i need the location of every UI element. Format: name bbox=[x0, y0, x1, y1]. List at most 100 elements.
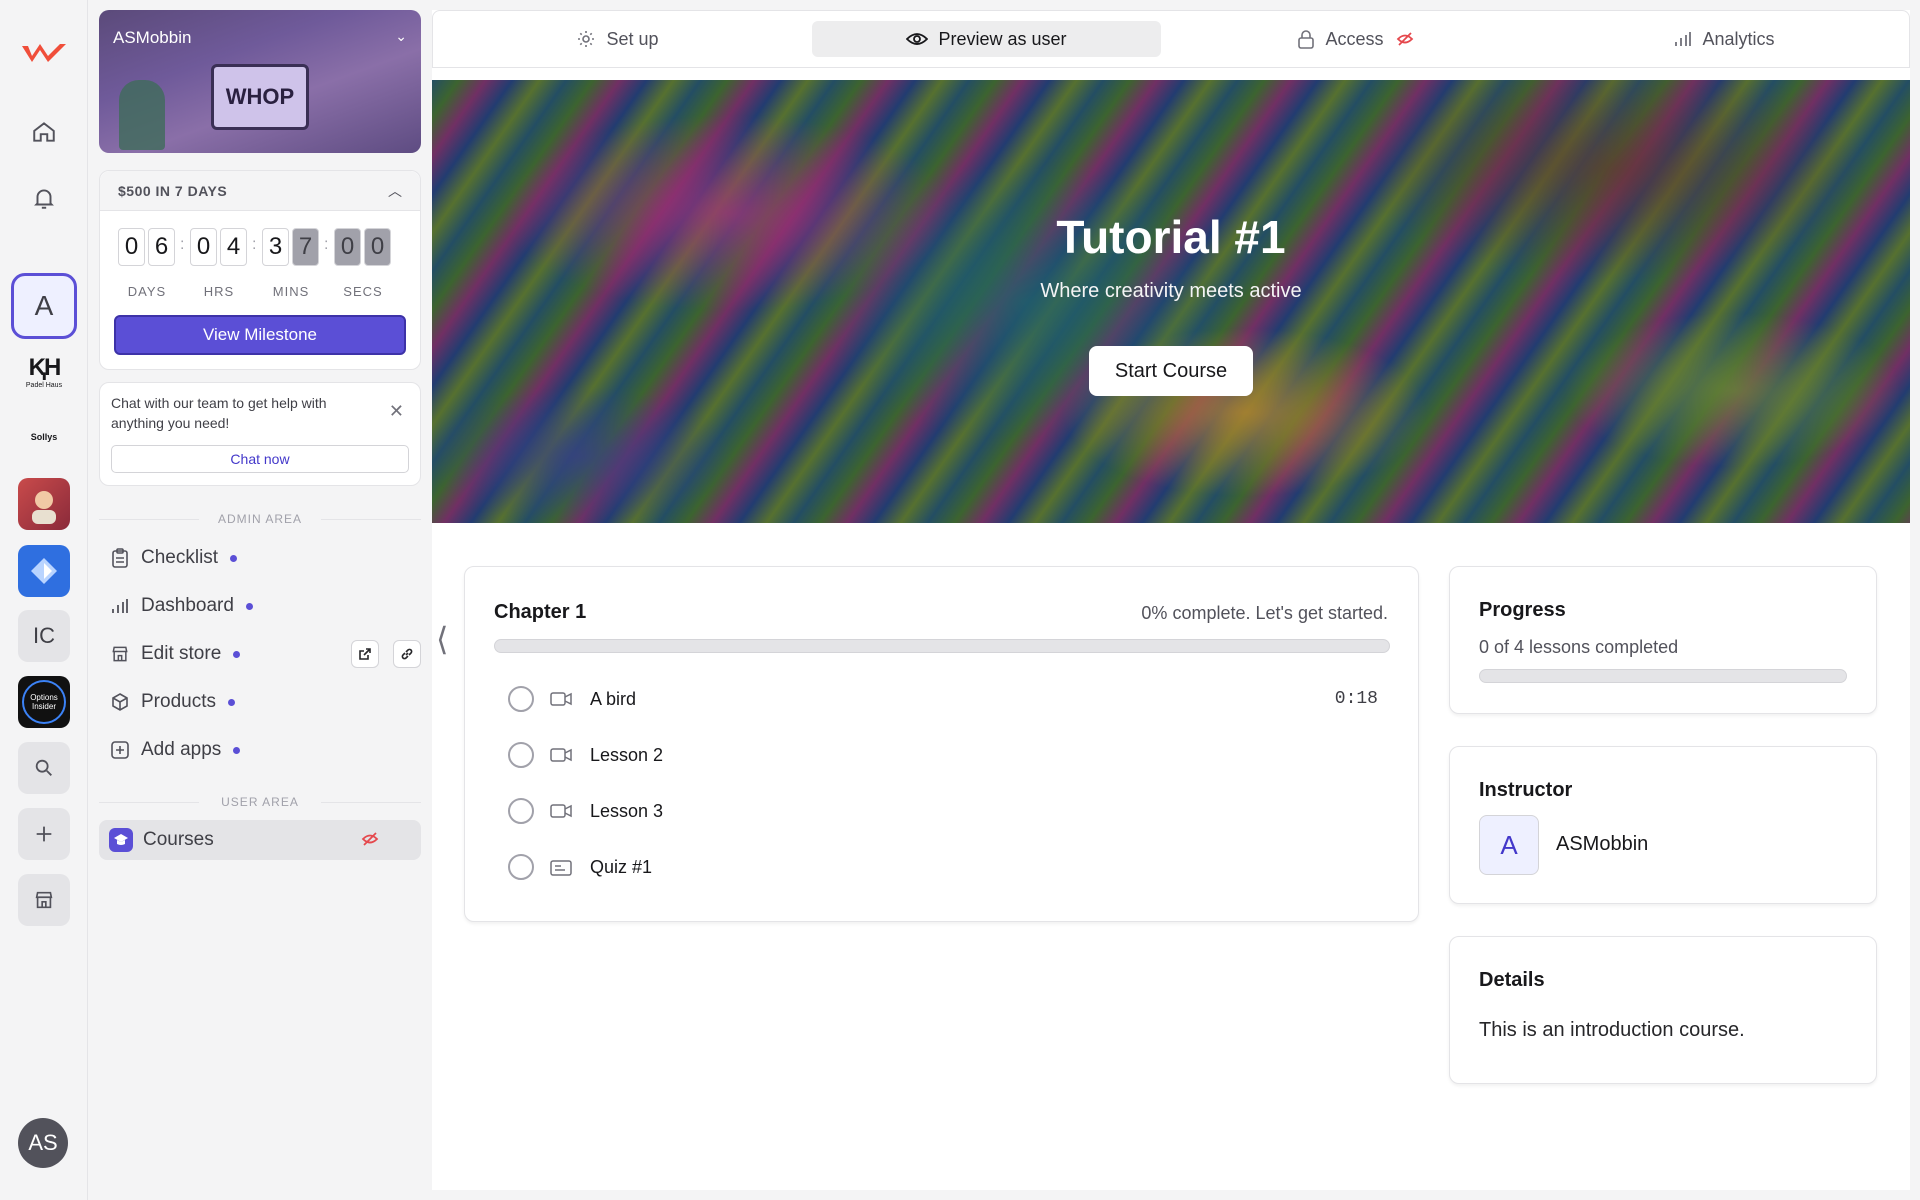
nav-add-apps[interactable]: Add apps bbox=[99, 730, 421, 770]
nav-products-label: Products bbox=[141, 691, 216, 712]
chapter-progress-bar bbox=[494, 639, 1390, 653]
workspace-options-insider[interactable]: Options Insider bbox=[18, 676, 70, 728]
box-icon bbox=[109, 691, 131, 713]
workspace-portrait[interactable] bbox=[18, 478, 70, 530]
gear-icon bbox=[576, 29, 596, 49]
home-icon[interactable] bbox=[18, 106, 70, 158]
workspace-ic-label: IC bbox=[33, 623, 55, 648]
padel-haus-logo-icon: ⱩH bbox=[28, 353, 62, 381]
status-dot bbox=[230, 554, 238, 562]
lesson-title: Lesson 3 bbox=[590, 800, 664, 821]
instructor-initial: A bbox=[1500, 829, 1518, 860]
nav-dashboard[interactable]: Dashboard bbox=[99, 586, 421, 626]
lesson-duration: 0:18 bbox=[1334, 689, 1378, 709]
search-icon[interactable] bbox=[18, 742, 70, 794]
tab-bar: Set up Preview as user Access Analytics bbox=[432, 10, 1910, 68]
course-hero: Tutorial #1 Where creativity meets activ… bbox=[432, 80, 1910, 523]
add-icon[interactable] bbox=[18, 808, 70, 860]
eye-icon bbox=[906, 30, 929, 48]
plant-illustration bbox=[119, 80, 165, 150]
options-insider-label: Options Insider bbox=[22, 680, 66, 724]
eye-off-icon bbox=[361, 830, 379, 854]
details-card: Details This is an introduction course. bbox=[1449, 936, 1877, 1084]
lesson-checkbox[interactable] bbox=[508, 686, 534, 712]
store-icon[interactable] bbox=[18, 874, 70, 926]
workspace-ic[interactable]: IC bbox=[18, 610, 70, 662]
lesson-row[interactable]: Lesson 3 bbox=[508, 791, 1378, 831]
external-link-icon[interactable] bbox=[351, 640, 379, 668]
video-icon bbox=[550, 746, 572, 764]
tab-preview-as-user[interactable]: Preview as user bbox=[812, 21, 1161, 57]
lesson-row[interactable]: Lesson 2 bbox=[508, 735, 1378, 775]
workspace-sollys[interactable]: Sollys bbox=[18, 411, 70, 463]
nav-checklist-label: Checklist bbox=[141, 547, 219, 568]
chapter-card: Chapter 1 0% complete. Let's get started… bbox=[464, 566, 1419, 922]
collapse-handle-icon[interactable]: ⟨ bbox=[436, 620, 448, 658]
days-digit-2: 6 bbox=[148, 228, 175, 266]
nav-checklist[interactable]: Checklist bbox=[99, 538, 421, 578]
close-icon[interactable]: ✕ bbox=[389, 401, 404, 422]
lesson-checkbox[interactable] bbox=[508, 854, 534, 880]
progress-title: Progress bbox=[1479, 599, 1566, 621]
lesson-checkbox[interactable] bbox=[508, 742, 534, 768]
nav-courses[interactable]: Courses bbox=[99, 820, 421, 860]
chevron-down-icon[interactable]: ⌄ bbox=[395, 28, 407, 45]
nav-edit-store[interactable]: Edit store bbox=[99, 634, 421, 674]
whop-logo-icon[interactable] bbox=[18, 28, 70, 80]
lesson-title: Quiz #1 bbox=[590, 856, 653, 877]
user-avatar[interactable]: AS bbox=[18, 1118, 68, 1168]
user-area-label: USER AREA bbox=[99, 795, 421, 809]
nav-dashboard-label: Dashboard bbox=[141, 595, 234, 616]
sollys-label: Sollys bbox=[30, 432, 58, 442]
chat-text: Chat with our team to get help with anyt… bbox=[111, 395, 327, 431]
progress-card: Progress 0 of 4 lessons completed bbox=[1449, 566, 1877, 714]
workspace-a[interactable]: A bbox=[11, 273, 77, 339]
days-label: DAYS bbox=[127, 284, 167, 299]
status-dot bbox=[233, 746, 241, 754]
nav-edit-store-label: Edit store bbox=[141, 643, 222, 664]
store-name: ASMobbin bbox=[113, 28, 192, 47]
chevron-up-icon[interactable]: ︿ bbox=[388, 181, 402, 201]
start-course-button[interactable]: Start Course bbox=[1089, 346, 1253, 396]
lesson-checkbox[interactable] bbox=[508, 798, 534, 824]
details-text: This is an introduction course. bbox=[1479, 1019, 1745, 1041]
store-icon bbox=[109, 643, 131, 665]
hrs-digit-2: 4 bbox=[220, 228, 247, 266]
instructor-card: Instructor A ASMobbin bbox=[1449, 746, 1877, 904]
view-milestone-button[interactable]: View Milestone bbox=[114, 315, 406, 355]
chapter-title: Chapter 1 bbox=[494, 601, 587, 623]
milestone-header[interactable]: $500 IN 7 DAYS ︿ bbox=[100, 171, 420, 211]
store-banner[interactable]: WHOP ASMobbin ⌄ bbox=[99, 10, 421, 153]
bar-chart-icon bbox=[1674, 30, 1692, 48]
link-icon[interactable] bbox=[393, 640, 421, 668]
lesson-row[interactable]: A bird 0:18 bbox=[508, 679, 1378, 719]
milestone-card: $500 IN 7 DAYS ︿ 0 6 : 0 4 : 3 7 : 0 0 D… bbox=[99, 170, 421, 370]
tab-analytics-label: Analytics bbox=[1702, 28, 1775, 49]
bell-icon[interactable] bbox=[18, 172, 70, 224]
diamond-icon bbox=[31, 558, 57, 584]
portrait-avatar-icon bbox=[32, 491, 56, 524]
workspace-blue-app[interactable] bbox=[18, 545, 70, 597]
plus-square-icon bbox=[109, 739, 131, 761]
lesson-row[interactable]: Quiz #1 bbox=[508, 847, 1378, 887]
lesson-title: A bird bbox=[590, 688, 637, 709]
eye-off-icon bbox=[1396, 30, 1414, 48]
store-art-text: WHOP bbox=[225, 84, 295, 109]
tab-analytics[interactable]: Analytics bbox=[1550, 21, 1899, 57]
tab-access-label: Access bbox=[1325, 28, 1384, 49]
colon-separator: : bbox=[252, 236, 257, 253]
workspace-padel-haus[interactable]: ⱩH Padel Haus bbox=[18, 345, 70, 397]
countdown-timer: 0 6 : 0 4 : 3 7 : 0 0 DAYS HRS MINS SECS bbox=[100, 228, 422, 299]
milestone-title: $500 IN 7 DAYS bbox=[118, 182, 228, 199]
days-digit-1: 0 bbox=[118, 228, 145, 266]
secs-label: SECS bbox=[343, 284, 383, 299]
chat-now-button[interactable]: Chat now bbox=[111, 445, 409, 473]
instructor-title: Instructor bbox=[1479, 779, 1573, 801]
tab-access[interactable]: Access bbox=[1181, 21, 1530, 57]
nav-products[interactable]: Products bbox=[99, 682, 421, 722]
mins-label: MINS bbox=[272, 284, 310, 299]
tab-set-up[interactable]: Set up bbox=[443, 21, 792, 57]
graduation-cap-icon bbox=[109, 828, 133, 852]
colon-separator: : bbox=[180, 236, 185, 253]
main-panel: Set up Preview as user Access Analytics … bbox=[432, 10, 1910, 1190]
